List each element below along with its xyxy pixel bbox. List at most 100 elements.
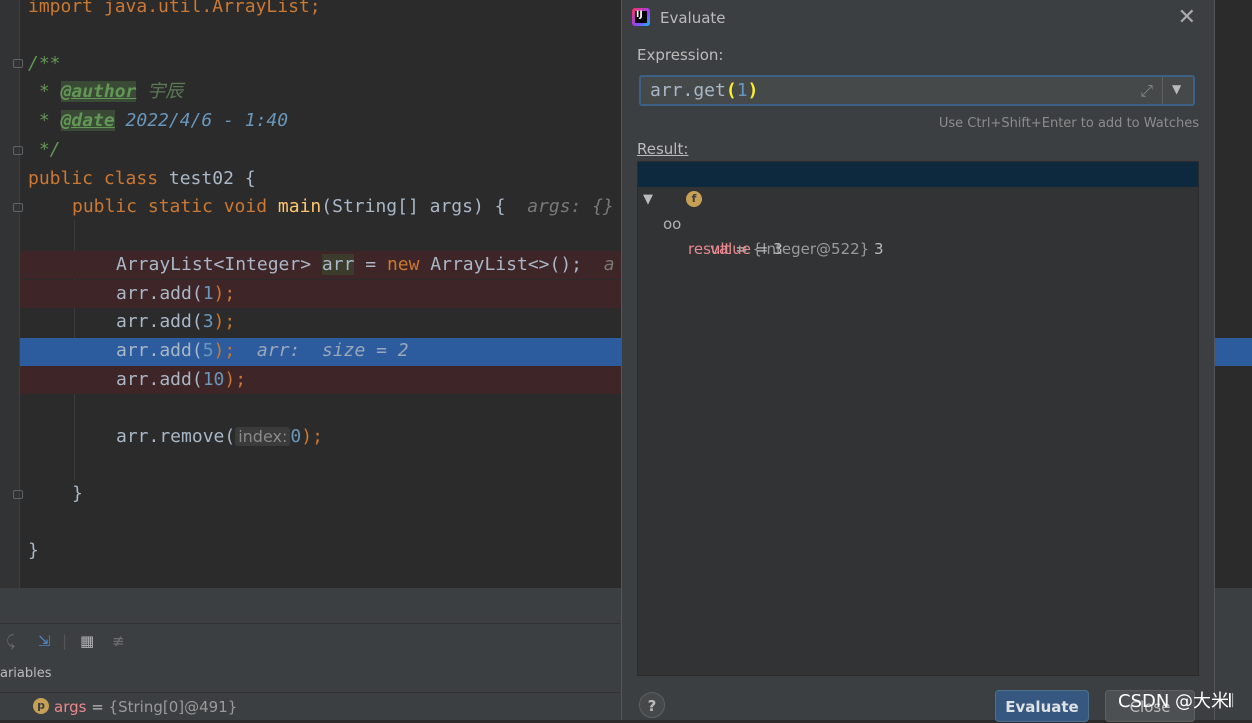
- inline-debug-hint: args: {}: [527, 196, 614, 217]
- field-value: = 3: [750, 240, 783, 258]
- settings-lines-icon[interactable]: ≢: [112, 632, 125, 650]
- call-text: arr.add(: [116, 369, 203, 390]
- variable-row[interactable]: p args = {String[0]@491}: [0, 692, 620, 721]
- expression-call: arr.get: [650, 80, 726, 101]
- code-line-date[interactable]: * @date 2022/4/6 - 1:40: [28, 107, 288, 135]
- toolbar-separator: |: [62, 632, 68, 650]
- date-tag: @date: [60, 110, 115, 131]
- call-end: );: [213, 340, 236, 361]
- history-dropdown[interactable]: ▼: [1162, 77, 1193, 104]
- field-name: value: [710, 240, 751, 258]
- expand-icon[interactable]: ⤢: [1140, 81, 1153, 101]
- code-line-add-10[interactable]: arr.add(10);: [116, 366, 246, 394]
- method-params: (String[] args) {: [321, 196, 506, 217]
- watches-hint: Use Ctrl+Shift+Enter to add to Watches: [938, 116, 1199, 131]
- field-row[interactable]: f value = 3: [638, 187, 1198, 258]
- call-end: );: [301, 426, 323, 447]
- debugger-toolbar: ⤹ ⇲ | ▦ ≢: [0, 623, 620, 658]
- code-line-class[interactable]: public class test02 {: [28, 165, 256, 193]
- code-line-close-class[interactable]: }: [28, 537, 39, 565]
- fold-marker[interactable]: [13, 490, 23, 499]
- closing-brace: }: [72, 483, 83, 504]
- evaluate-button[interactable]: Evaluate: [995, 690, 1089, 722]
- author-value: 宇辰: [136, 81, 184, 102]
- assign-op: =: [354, 254, 387, 275]
- call-end: );: [213, 311, 236, 332]
- new-keyword: new: [386, 254, 420, 275]
- result-value: 3: [869, 240, 884, 258]
- code-line-remove[interactable]: arr.remove(index: 0);: [116, 423, 323, 451]
- evaluate-dialog: IJ Evaluate ✕ Expression: arr.get(1) ⤢ ▼…: [621, 0, 1215, 722]
- variable-arr: arr: [321, 254, 355, 275]
- declared-type: ArrayList<Integer>: [116, 254, 322, 275]
- variables-tab[interactable]: ariables: [0, 666, 52, 681]
- table-icon[interactable]: ▦: [80, 632, 94, 650]
- author-tag: @author: [60, 81, 137, 102]
- parameter-hint: index:: [235, 427, 291, 446]
- call-text: arr.add(: [116, 311, 203, 332]
- help-button[interactable]: ?: [639, 692, 665, 718]
- inline-debug-hint: arr: size = 2: [256, 340, 409, 361]
- class-name: test02 {: [158, 168, 256, 189]
- expression-input[interactable]: arr.get(1) ⤢ ▼: [639, 75, 1195, 106]
- doc-star: *: [28, 81, 61, 102]
- constructor-call: ArrayList<>();: [419, 254, 583, 275]
- code-line-doc-open[interactable]: /**: [28, 50, 61, 78]
- call-end: );: [224, 369, 247, 390]
- call-text: arr.add(: [116, 283, 203, 304]
- closing-brace: }: [28, 540, 39, 561]
- class-keyword: public class: [28, 168, 159, 189]
- expression-arg: 1: [736, 80, 748, 101]
- code-line-doc-close[interactable]: */: [28, 136, 61, 164]
- parameter-icon: p: [33, 698, 49, 714]
- equals-sign: =: [86, 698, 109, 716]
- intellij-icon: IJ: [632, 8, 650, 26]
- number-literal: 3: [202, 311, 214, 332]
- number-literal: 0: [290, 426, 302, 447]
- chevron-down-icon: ▼: [1172, 82, 1182, 96]
- code-line-author[interactable]: * @author 宇辰: [28, 78, 183, 106]
- fold-marker[interactable]: [13, 203, 23, 212]
- editor-gutter[interactable]: [0, 0, 20, 588]
- fold-marker[interactable]: [13, 146, 23, 155]
- number-literal: 5: [202, 340, 214, 361]
- call-text: arr.remove(: [116, 426, 236, 447]
- expression-label: Expression:: [637, 46, 724, 64]
- doc-comment-open: /**: [28, 53, 61, 74]
- result-tree[interactable]: ▼ oo result = {Integer@522} 3 f value = …: [637, 161, 1199, 676]
- method-modifiers: public static void: [72, 196, 268, 217]
- doc-comment-close: */: [28, 139, 61, 160]
- code-line-close-method[interactable]: }: [72, 480, 83, 508]
- number-literal: 10: [202, 369, 225, 390]
- expression-text: arr.get(1): [650, 79, 758, 103]
- step-into-icon[interactable]: ⇲: [38, 632, 51, 650]
- variable-name: args: [54, 698, 87, 716]
- code-line-add-3[interactable]: arr.add(3);: [116, 308, 235, 336]
- date-value: 2022/4/6 - 1:40: [114, 110, 289, 131]
- inline-debug-hint: a: [603, 254, 615, 275]
- result-row[interactable]: ▼ oo result = {Integer@522} 3: [638, 162, 1198, 258]
- call-end: );: [213, 283, 236, 304]
- execution-line: [1214, 338, 1252, 366]
- code-line-add-5[interactable]: arr.add(5); arr: size = 2: [116, 337, 409, 365]
- method-name: main: [267, 196, 322, 217]
- restore-layout-icon[interactable]: ⤹: [6, 632, 15, 650]
- field-icon: f: [686, 191, 702, 207]
- dialog-title: Evaluate: [660, 9, 726, 27]
- code-line-main[interactable]: public static void main(String[] args) {…: [72, 193, 614, 221]
- code-line-import[interactable]: import java.util.ArrayList;: [28, 0, 321, 21]
- close-paren: ): [747, 80, 759, 101]
- doc-star: *: [28, 110, 61, 131]
- editor-right-edge: [1214, 0, 1252, 588]
- call-text: arr.add(: [116, 340, 203, 361]
- csdn-watermark: CSDN @大米𝄃: [1118, 691, 1234, 712]
- number-literal: 1: [202, 283, 214, 304]
- import-statement: import java.util.ArrayList;: [28, 0, 321, 17]
- variable-value: {String[0]@491}: [108, 698, 238, 716]
- code-line-declaration[interactable]: ArrayList<Integer> arr = new ArrayList<>…: [116, 251, 615, 279]
- open-paren: (: [725, 80, 737, 101]
- result-label: Result:: [637, 140, 689, 158]
- code-line-add-1[interactable]: arr.add(1);: [116, 280, 235, 308]
- close-icon[interactable]: ✕: [1178, 5, 1196, 30]
- fold-marker[interactable]: [13, 59, 23, 68]
